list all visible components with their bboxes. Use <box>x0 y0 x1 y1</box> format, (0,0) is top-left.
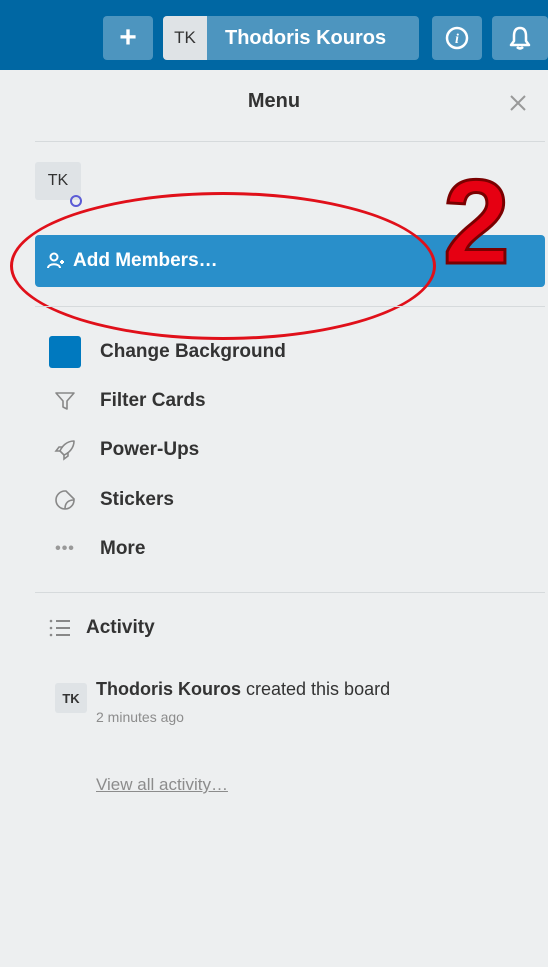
menu-item-filter-cards[interactable]: Filter Cards <box>48 381 528 421</box>
background-swatch-icon <box>48 335 82 369</box>
divider <box>35 141 545 142</box>
activity-action: created this board <box>241 679 391 699</box>
menu-item-stickers[interactable]: Stickers <box>48 480 528 520</box>
info-button[interactable]: i <box>432 16 482 60</box>
close-icon <box>510 95 526 111</box>
activity-list-icon <box>48 617 72 639</box>
menu-item-label: More <box>100 538 146 559</box>
user-avatar: TK <box>163 16 207 60</box>
info-icon: i <box>445 26 469 50</box>
menu-item-label: Change Background <box>100 341 286 362</box>
menu-item-more[interactable]: ••• More <box>48 529 528 569</box>
activity-heading: Activity <box>48 617 155 639</box>
svg-text:i: i <box>455 32 459 47</box>
member-status-dot <box>70 195 82 207</box>
menu-item-change-background[interactable]: Change Background <box>48 332 528 372</box>
close-menu-button[interactable] <box>508 93 528 118</box>
menu-item-label: Power-Ups <box>100 439 200 460</box>
activity-time: 2 minutes ago <box>96 709 184 725</box>
activity-user-link[interactable]: Thodoris Kouros <box>96 679 241 699</box>
divider <box>35 592 545 593</box>
sticker-icon <box>48 483 82 517</box>
menu-item-label: Stickers <box>100 489 174 510</box>
activity-avatar[interactable]: TK <box>55 683 87 713</box>
add-button[interactable]: + <box>103 16 153 60</box>
menu-item-label: Filter Cards <box>100 390 206 411</box>
view-all-activity-link[interactable]: View all activity… <box>96 775 228 795</box>
menu-item-power-ups[interactable]: Power-Ups <box>48 430 528 470</box>
filter-icon <box>48 384 82 418</box>
bell-icon <box>509 26 531 50</box>
activity-title: Activity <box>86 617 155 638</box>
top-bar: + TK Thodoris Kouros i <box>0 0 548 70</box>
notifications-button[interactable] <box>492 16 548 60</box>
add-member-icon <box>47 252 65 270</box>
more-icon: ••• <box>55 540 75 557</box>
user-name: Thodoris Kouros <box>225 26 387 49</box>
divider <box>35 306 545 307</box>
activity-entry-text: Thodoris Kouros created this board <box>96 679 390 700</box>
add-members-label: Add Members… <box>73 250 218 271</box>
rocket-icon <box>48 433 82 467</box>
annotation-number: 2 <box>442 155 512 289</box>
user-menu-button[interactable]: TK Thodoris Kouros <box>163 16 419 60</box>
menu-title: Menu <box>247 90 301 112</box>
